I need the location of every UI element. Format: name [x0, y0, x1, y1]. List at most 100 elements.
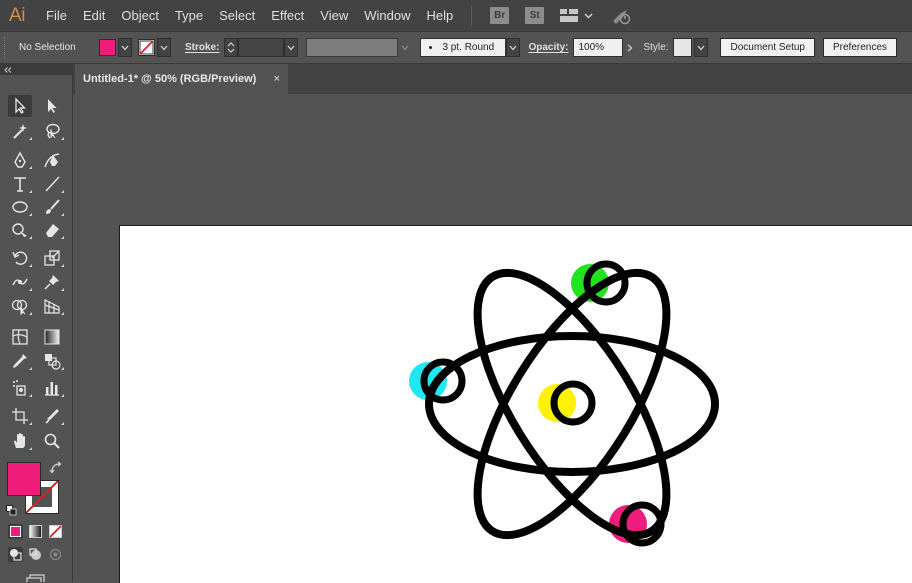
opacity-label[interactable]: Opacity: — [528, 42, 568, 53]
brush-dropdown[interactable] — [506, 38, 521, 57]
pen-tool[interactable] — [8, 149, 32, 171]
control-bar: No Selection Stroke: 3 pt. Round Opacity… — [0, 31, 912, 64]
workspace-icon — [560, 9, 579, 22]
chevron-down-icon — [401, 45, 409, 50]
profile-dropdown-arrow[interactable] — [398, 45, 412, 51]
menu-file[interactable]: File — [34, 0, 75, 31]
style-dropdown[interactable] — [694, 38, 709, 57]
paintbrush-tool[interactable] — [40, 196, 64, 218]
app-logo[interactable]: Ai — [0, 0, 34, 31]
document-tab[interactable]: Untitled-1* @ 50% (RGB/Preview) × — [75, 64, 288, 94]
mesh-tool[interactable] — [8, 326, 32, 348]
selection-tool[interactable] — [8, 95, 32, 117]
zoom-tool[interactable] — [40, 430, 64, 452]
eyedropper-icon — [13, 354, 27, 368]
draw-normal-button[interactable] — [8, 547, 23, 562]
artboard-tool[interactable] — [8, 405, 32, 427]
blend-tool[interactable] — [40, 350, 64, 372]
lasso-tool[interactable] — [40, 120, 64, 142]
symbol-sprayer-tool[interactable] — [8, 377, 32, 399]
control-bar-grip[interactable] — [4, 36, 9, 59]
default-colors-icon — [6, 505, 17, 516]
color-swatch-icon — [10, 526, 21, 537]
opacity-arrow[interactable] — [623, 44, 637, 52]
stroke-weight-stepper[interactable] — [224, 38, 239, 57]
menu-select[interactable]: Select — [211, 0, 263, 31]
stepper-arrows-icon — [228, 42, 235, 53]
stroke-none-swatch[interactable] — [138, 39, 155, 56]
stroke-color-picker[interactable] — [138, 38, 171, 57]
draw-behind-icon — [29, 548, 41, 560]
line-segment-tool[interactable] — [40, 173, 64, 195]
slice-tool[interactable] — [40, 405, 64, 427]
toolbox-collapse-button[interactable] — [0, 64, 73, 75]
eyedropper-tool[interactable] — [8, 350, 32, 372]
shape-builder-tool[interactable] — [8, 295, 32, 317]
fill-swatch[interactable] — [99, 39, 116, 56]
stroke-weight-dropdown[interactable] — [284, 38, 299, 57]
curvature-tool[interactable] — [40, 149, 64, 171]
stroke-dropdown-arrow[interactable] — [157, 38, 171, 57]
magic-wand-icon — [13, 124, 27, 139]
puppet-warp-tool[interactable] — [40, 271, 64, 293]
preferences-button[interactable]: Preferences — [822, 38, 897, 57]
eraser-tool[interactable] — [40, 219, 64, 241]
bridge-button[interactable]: Br — [490, 7, 510, 24]
hand-icon — [14, 433, 25, 448]
menu-edit[interactable]: Edit — [75, 0, 113, 31]
gradient-tool[interactable] — [40, 326, 64, 348]
type-tool[interactable] — [8, 173, 32, 195]
document-setup-button[interactable]: Document Setup — [720, 38, 815, 57]
shaper-tool[interactable] — [8, 219, 32, 241]
swap-fill-stroke-button[interactable] — [49, 461, 62, 474]
chevron-down-icon — [509, 45, 517, 50]
blend-icon — [45, 354, 61, 370]
fill-proxy[interactable] — [7, 462, 41, 496]
gpu-rocket-icon — [613, 9, 631, 24]
artboard[interactable] — [119, 225, 912, 583]
gradient-mode-button[interactable] — [28, 524, 43, 539]
shaper-icon — [12, 223, 27, 237]
canvas-area[interactable] — [73, 94, 912, 583]
tools-panel — [0, 75, 73, 582]
stroke-weight-input[interactable] — [238, 38, 285, 57]
direct-selection-tool[interactable] — [40, 95, 64, 117]
screen-mode-button[interactable] — [24, 571, 48, 582]
stock-button[interactable]: St — [525, 7, 545, 24]
hand-tool[interactable] — [8, 430, 32, 452]
graphic-style-swatch[interactable] — [673, 38, 693, 57]
fill-dropdown-arrow[interactable] — [118, 38, 132, 57]
workspace-switcher-button[interactable] — [560, 9, 593, 22]
ellipse-icon — [12, 201, 28, 213]
gpu-performance-button[interactable] — [611, 7, 633, 25]
opacity-input[interactable]: 100% — [573, 38, 624, 57]
column-graph-tool[interactable] — [40, 377, 64, 399]
chevron-down-icon — [584, 12, 593, 19]
chevron-down-icon — [121, 45, 129, 50]
none-mode-button[interactable] — [48, 524, 63, 539]
magic-wand-tool[interactable] — [8, 120, 32, 142]
scale-tool[interactable] — [40, 247, 64, 269]
brush-definition[interactable]: 3 pt. Round — [420, 38, 507, 57]
draw-inside-button[interactable] — [48, 547, 63, 562]
fill-color-picker[interactable] — [99, 38, 132, 57]
menu-type[interactable]: Type — [167, 0, 211, 31]
magnifier-icon — [44, 433, 60, 449]
default-colors-button[interactable] — [6, 503, 17, 516]
close-icon[interactable]: × — [274, 73, 280, 85]
draw-behind-button[interactable] — [28, 547, 43, 562]
menu-effect[interactable]: Effect — [263, 0, 312, 31]
color-mode-button[interactable] — [8, 524, 23, 539]
atom-artwork[interactable] — [120, 226, 912, 583]
menu-window[interactable]: Window — [356, 0, 418, 31]
ellipse-tool[interactable] — [8, 196, 32, 218]
rotate-tool[interactable] — [8, 247, 32, 269]
menu-view[interactable]: View — [312, 0, 356, 31]
variable-width-profile[interactable] — [306, 38, 399, 57]
width-tool[interactable] — [8, 271, 32, 293]
stroke-label[interactable]: Stroke: — [185, 42, 219, 53]
perspective-grid-tool[interactable] — [40, 295, 64, 317]
menu-object[interactable]: Object — [113, 0, 167, 31]
menu-help[interactable]: Help — [418, 0, 461, 31]
pushpin-icon — [44, 275, 59, 290]
